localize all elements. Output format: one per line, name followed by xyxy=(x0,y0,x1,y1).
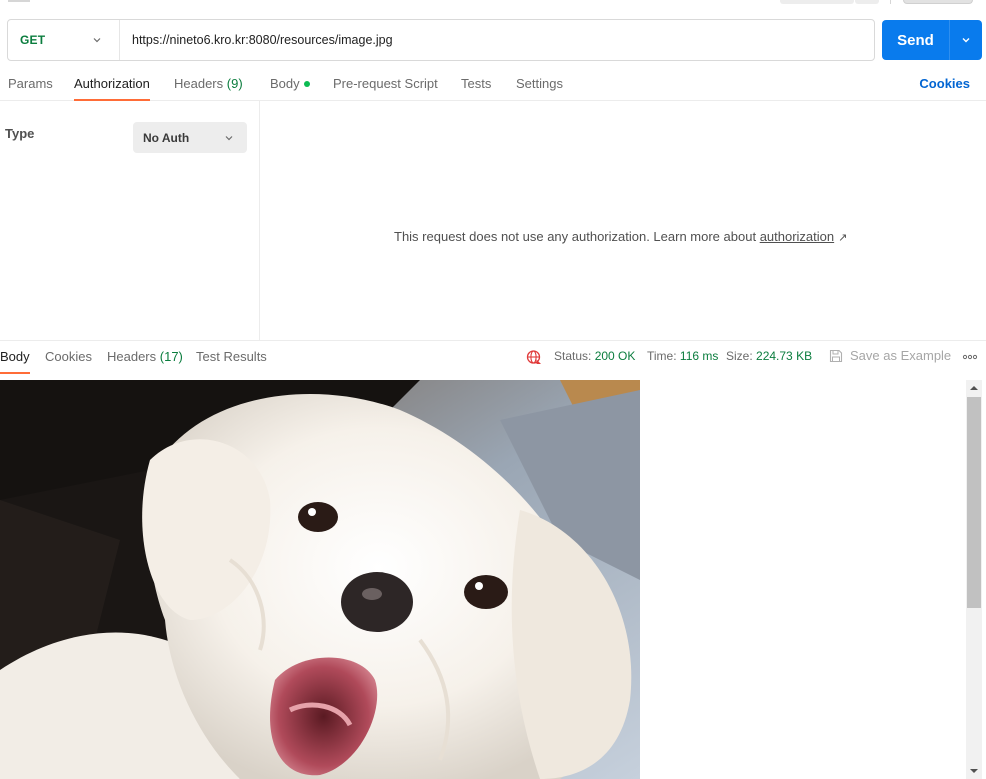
size-label: Size: xyxy=(726,349,753,363)
save-icon xyxy=(829,349,843,362)
url-input[interactable]: https://nineto6.kro.kr:8080/resources/im… xyxy=(120,33,393,47)
response-tabs: Body Cookies Headers (17) Test Results S… xyxy=(0,340,986,374)
toolbar-fragment-button[interactable] xyxy=(855,0,879,4)
response-scrollbar[interactable] xyxy=(966,380,982,779)
method-select[interactable]: GET xyxy=(8,20,120,60)
response-tab-cookies[interactable]: Cookies xyxy=(45,349,92,373)
tab-headers-count: (9) xyxy=(226,76,243,91)
response-tab-headers-count: (17) xyxy=(159,349,183,364)
tab-params[interactable]: Params xyxy=(8,76,53,100)
send-options-button[interactable] xyxy=(950,35,982,45)
scroll-thumb[interactable] xyxy=(967,397,981,608)
send-button[interactable]: Send xyxy=(882,32,949,49)
auth-type-panel: Type No Auth xyxy=(0,101,260,340)
caret-up-icon xyxy=(970,386,978,390)
size-value: 224.73 KB xyxy=(756,349,813,363)
tab-pre-request-script[interactable]: Pre-request Script xyxy=(333,76,438,100)
auth-message: This request does not use any authorizat… xyxy=(394,229,847,244)
authorization-docs-link[interactable]: authorization xyxy=(760,229,834,244)
external-link-icon: ↗ xyxy=(838,232,848,244)
tab-settings[interactable]: Settings xyxy=(516,76,563,100)
tab-tests[interactable]: Tests xyxy=(461,76,491,100)
time-value: 116 ms xyxy=(679,349,719,363)
auth-type-select[interactable]: No Auth xyxy=(133,122,247,153)
tab-headers[interactable]: Headers (9) xyxy=(174,76,243,100)
toolbar-fragment-button[interactable] xyxy=(903,0,973,4)
response-tab-headers-label: Headers xyxy=(107,349,157,364)
auth-type-value: No Auth xyxy=(143,130,190,145)
cookies-link[interactable]: Cookies xyxy=(919,76,970,91)
time-label: Time: xyxy=(647,349,677,363)
save-as-example-button[interactable]: Save as Example xyxy=(829,348,951,363)
response-tab-headers[interactable]: Headers (17) xyxy=(107,349,183,373)
auth-type-label: Type xyxy=(5,126,35,141)
status-indicator[interactable]: Status: 200 OK xyxy=(554,349,635,363)
response-tab-body[interactable]: Body xyxy=(0,349,30,374)
size-indicator[interactable]: Size: 224.73 KB xyxy=(726,349,812,363)
chevron-down-icon xyxy=(962,38,970,43)
request-tabs: Params Authorization Headers (9) Body Pr… xyxy=(0,70,986,101)
time-indicator[interactable]: Time: 116 ms xyxy=(647,349,718,363)
tab-body[interactable]: Body xyxy=(270,76,310,100)
response-body-preview xyxy=(0,380,966,779)
tab-authorization[interactable]: Authorization xyxy=(74,76,150,101)
toolbar-fragment-left xyxy=(8,0,30,2)
toolbar-fragment-divider xyxy=(890,0,891,4)
status-label: Status: xyxy=(554,349,592,363)
auth-info-panel: This request does not use any authorizat… xyxy=(261,101,986,340)
url-bar: GET https://nineto6.kro.kr:8080/resource… xyxy=(7,19,875,61)
chevron-down-icon xyxy=(225,136,233,141)
send-button-group: Send xyxy=(882,20,982,60)
method-label: GET xyxy=(20,33,46,47)
response-image xyxy=(0,380,640,779)
chevron-down-icon xyxy=(93,38,101,43)
tab-headers-label: Headers xyxy=(174,76,224,91)
toolbar-fragment xyxy=(0,0,986,6)
body-indicator-dot xyxy=(303,80,310,87)
response-tab-test-results[interactable]: Test Results xyxy=(196,349,267,373)
tab-body-label: Body xyxy=(270,76,300,91)
scroll-up-button[interactable] xyxy=(966,380,982,396)
caret-down-icon xyxy=(970,769,978,773)
more-horizontal-icon[interactable] xyxy=(962,354,978,360)
status-value: 200 OK xyxy=(594,349,636,363)
scroll-down-button[interactable] xyxy=(966,763,982,779)
toolbar-fragment-button[interactable] xyxy=(780,0,854,4)
auth-message-text: This request does not use any authorizat… xyxy=(394,229,757,244)
globe-icon[interactable] xyxy=(526,349,542,365)
save-as-example-label: Save as Example xyxy=(850,348,952,363)
